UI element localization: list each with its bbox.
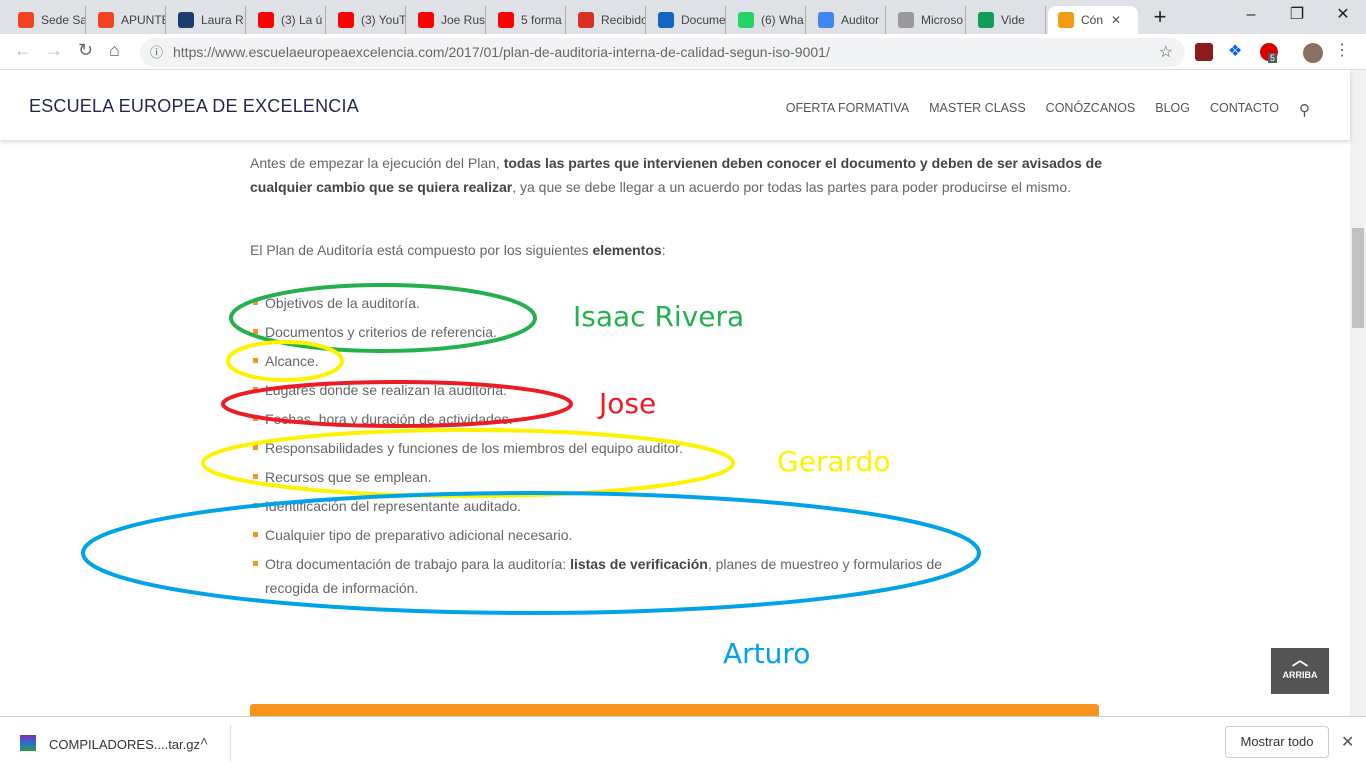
joomla-icon <box>98 12 114 28</box>
browser-tab[interactable]: Recibido <box>568 6 646 34</box>
google-docs-icon <box>818 12 834 28</box>
orange-banner <box>250 704 1099 716</box>
show-all-button[interactable]: Mostrar todo <box>1225 726 1329 758</box>
menu-item[interactable]: BLOG <box>1155 101 1190 119</box>
dropbox-icon[interactable]: ❖ <box>1228 41 1246 60</box>
youtube-icon <box>418 12 434 28</box>
linkedin-learning-icon <box>178 12 194 28</box>
eee-icon <box>1058 12 1074 28</box>
back-to-top-button[interactable]: ︿ ARRIBA <box>1271 648 1329 694</box>
main-menu: OFERTA FORMATIVA MASTER CLASS CONÓZCANOS BL… <box>786 101 1310 119</box>
minimize-button[interactable]: – <box>1228 0 1274 30</box>
download-file-name[interactable]: COMPILADORES....tar.gz <box>49 737 200 752</box>
annotation-gerardo: Gerardo <box>777 445 891 478</box>
hangouts-icon <box>978 12 994 28</box>
browser-tab[interactable]: Microso <box>888 6 966 34</box>
profile-avatar[interactable] <box>1303 43 1323 63</box>
chevron-up-icon[interactable]: ˄ <box>200 733 208 749</box>
document-icon <box>898 12 914 28</box>
tab-title: Docume <box>681 13 726 27</box>
menu-item[interactable]: CONTACTO <box>1210 101 1279 119</box>
tab-title: APUNTE <box>121 13 166 27</box>
tab-title: (3) YouT <box>361 13 406 27</box>
extension-icon[interactable]: 5 <box>1260 43 1278 63</box>
menu-icon[interactable]: ⋮ <box>1334 40 1350 60</box>
chevron-up-icon: ︿ <box>1291 652 1308 669</box>
joomla-icon <box>18 12 34 28</box>
divider <box>230 725 231 761</box>
browser-tab[interactable]: (3) La ú <box>248 6 326 34</box>
td-icon <box>658 12 674 28</box>
acrobat-icon[interactable] <box>1195 43 1213 61</box>
scrollbar[interactable] <box>1350 70 1366 716</box>
tab-title: Auditor <box>841 13 880 27</box>
scrollbar-thumb[interactable] <box>1352 228 1364 328</box>
url-text: https://www.escuelaeuropeaexcelencia.com… <box>173 44 830 60</box>
new-tab-button[interactable]: + <box>1140 2 1180 32</box>
restore-button[interactable]: ❐ <box>1274 0 1320 30</box>
tab-title: (6) Wha <box>761 13 804 27</box>
whatsapp-icon <box>738 12 754 28</box>
tab-title: Microso <box>921 13 964 27</box>
archive-icon <box>20 735 36 751</box>
close-window-button[interactable]: ✕ <box>1320 0 1366 30</box>
reload-icon[interactable]: ↻ <box>78 40 93 61</box>
paragraph-intro: Antes de empezar la ejecución del Plan, … <box>250 155 1103 195</box>
close-tab-icon[interactable]: ✕ <box>1111 13 1121 27</box>
annotation-isaac: Isaac Rivera <box>573 300 745 333</box>
tab-title: Sede Sa <box>41 13 86 27</box>
close-download-bar-icon[interactable]: ✕ <box>1341 732 1354 752</box>
forward-icon[interactable]: → <box>45 40 63 61</box>
extension-badge: 5 <box>1268 53 1278 63</box>
site-header: ESCUELA EUROPEA DE EXCELENCIA OFERTA FOR… <box>0 70 1350 140</box>
browser-tab[interactable]: Laura R <box>168 6 246 34</box>
list-item: Alcance. <box>250 349 990 373</box>
bookmark-star-icon[interactable]: ☆ <box>1159 38 1173 67</box>
download-bar: COMPILADORES....tar.gz ˄ Mostrar todo ✕ <box>0 716 1366 768</box>
tab-title: (3) La ú <box>281 13 323 27</box>
annotation-arturo: Arturo <box>723 637 811 670</box>
browser-tab[interactable]: Vide <box>968 6 1046 34</box>
browser-tab[interactable]: Cón ✕ <box>1048 6 1138 34</box>
back-to-top-label: ARRIBA <box>1282 670 1318 680</box>
youtube-icon <box>338 12 354 28</box>
tab-title: Recibido <box>601 13 646 27</box>
tab-title: Vide <box>1001 13 1025 27</box>
list-item: Otra documentación de trabajo para la au… <box>250 552 990 600</box>
browser-tab[interactable]: APUNTE <box>88 6 166 34</box>
menu-item[interactable]: MASTER CLASS <box>929 101 1026 119</box>
browser-tab[interactable]: Joe Rus <box>408 6 486 34</box>
gmail-icon <box>578 12 594 28</box>
annotation-jose: Jose <box>599 387 657 420</box>
browser-tab[interactable]: 5 forma <box>488 6 566 34</box>
tab-title: Joe Rus <box>441 13 486 27</box>
youtube-icon <box>498 12 514 28</box>
tab-strip: Sede Sa APUNTE Laura R (3) La ú (3) YouT Joe … <box>0 0 1366 34</box>
list-item: Identificación del representante auditad… <box>250 494 990 518</box>
youtube-icon <box>258 12 274 28</box>
info-icon[interactable]: ⓘ <box>150 38 163 67</box>
menu-item[interactable]: CONÓZCANOS <box>1046 101 1136 119</box>
browser-tab[interactable]: Sede Sa <box>8 6 86 34</box>
browser-tab[interactable]: (3) YouT <box>328 6 406 34</box>
paragraph-elements: El Plan de Auditoría está compuesto por … <box>250 242 666 258</box>
back-icon[interactable]: ← <box>14 40 32 61</box>
browser-tab[interactable]: (6) Wha <box>728 6 806 34</box>
address-bar[interactable]: ⓘ https://www.escuelaeuropeaexcelencia.c… <box>140 38 1185 67</box>
list-item: Cualquier tipo de preparativo adicional … <box>250 523 990 547</box>
home-icon[interactable]: ⌂ <box>109 40 120 61</box>
tab-title: Laura R <box>201 13 244 27</box>
toolbar: ← → ↻ ⌂ ⓘ https://www.escuelaeuropeaexce… <box>0 34 1366 70</box>
tab-title: Cón <box>1081 13 1104 27</box>
search-icon[interactable]: ⚲ <box>1299 101 1310 119</box>
browser-tab[interactable]: Auditor <box>808 6 886 34</box>
site-logo[interactable]: ESCUELA EUROPEA DE EXCELENCIA <box>29 96 359 117</box>
tab-title: 5 forma <box>521 13 562 27</box>
browser-tab[interactable]: Docume <box>648 6 726 34</box>
menu-item[interactable]: OFERTA FORMATIVA <box>786 101 909 119</box>
